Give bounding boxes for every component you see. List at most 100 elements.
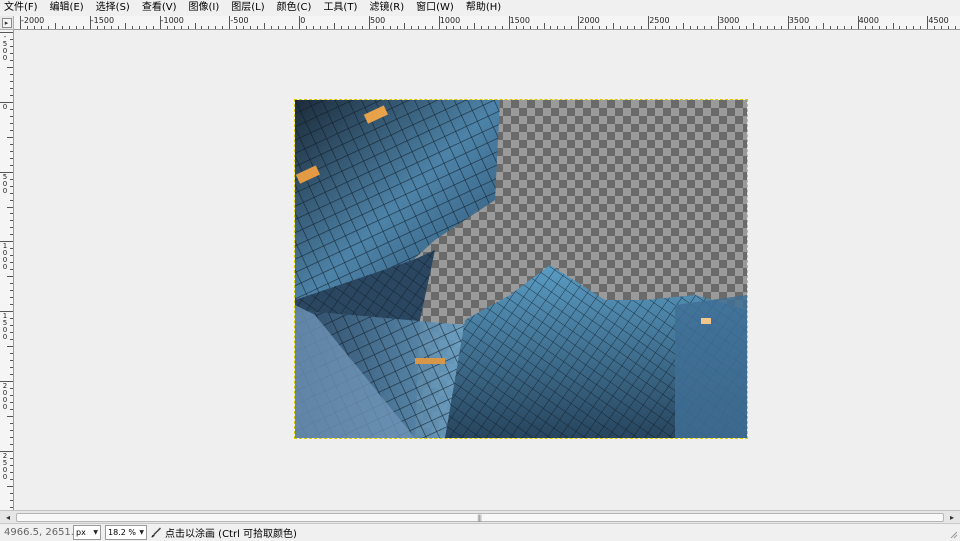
- ruler-minor-tick: [564, 26, 566, 29]
- ruler-minor-tick: [10, 52, 13, 54]
- ruler-minor-tick: [10, 360, 13, 362]
- zoom-dropdown[interactable]: 18.2 % ▼: [105, 525, 147, 540]
- menu-layer[interactable]: 图层(L): [231, 1, 264, 15]
- ruler-minor-tick: [522, 26, 524, 29]
- scroll-right-icon[interactable]: ▸: [946, 512, 958, 523]
- menu-filters[interactable]: 滤镜(R): [369, 1, 404, 15]
- ruler-minor-tick: [10, 387, 13, 389]
- image-canvas[interactable]: [14, 30, 960, 510]
- ruler-minor-tick: [690, 26, 692, 29]
- ruler-minor-tick: [634, 26, 636, 29]
- ruler-minor-tick: [10, 164, 13, 166]
- ruler-minor-tick: [124, 23, 126, 29]
- ruler-minor-tick: [494, 26, 496, 29]
- ruler-minor-tick: [550, 26, 552, 29]
- ruler-minor-tick: [955, 26, 957, 29]
- ruler-minor-tick: [871, 26, 873, 29]
- ruler-minor-tick: [10, 436, 13, 438]
- ruler-label-char: 0: [2, 102, 8, 111]
- image-layer[interactable]: [294, 99, 748, 439]
- ruler-minor-tick: [236, 26, 238, 29]
- ruler-corner: ▸: [0, 16, 14, 30]
- ruler-minor-tick: [431, 26, 433, 29]
- ruler-minor-tick: [10, 227, 13, 229]
- ruler-minor-tick: [683, 23, 685, 29]
- ruler-minor-tick: [75, 26, 77, 29]
- ruler-minor-tick: [948, 26, 950, 29]
- ruler-minor-tick: [899, 26, 901, 29]
- ruler-label: 4500: [928, 16, 949, 25]
- ruler-minor-tick: [10, 443, 13, 445]
- menu-image[interactable]: 图像(I): [189, 1, 220, 15]
- ruler-minor-tick: [934, 26, 936, 29]
- ruler-minor-tick: [487, 26, 489, 29]
- ruler-label-char: 0: [2, 333, 8, 342]
- ruler-minor-tick: [480, 26, 482, 29]
- ruler-minor-tick: [222, 26, 224, 29]
- ruler-label: 1000: [439, 16, 461, 25]
- ruler-minor-tick: [355, 26, 357, 29]
- nav-arrow-icon[interactable]: ▸: [1, 17, 12, 28]
- ruler-minor-tick: [7, 136, 13, 138]
- ruler-minor-tick: [10, 283, 13, 285]
- menu-select[interactable]: 选择(S): [96, 1, 130, 15]
- ruler-minor-tick: [327, 26, 329, 29]
- ruler-minor-tick: [10, 115, 13, 117]
- ruler-minor-tick: [215, 26, 217, 29]
- ruler-minor-tick: [10, 499, 13, 501]
- ruler-label: 1500: [509, 16, 530, 25]
- ruler-minor-tick: [33, 26, 35, 29]
- ruler-minor-tick: [10, 464, 13, 466]
- menu-bar: 文件(F) 编辑(E) 选择(S) 查看(V) 图像(I) 图层(L) 颜色(C…: [0, 0, 960, 16]
- ruler-major-tick: [0, 32, 13, 33]
- ruler-minor-tick: [10, 220, 13, 222]
- ruler-label: -2000: [21, 16, 45, 25]
- ruler-minor-tick: [320, 26, 322, 29]
- resize-grip-icon[interactable]: [948, 529, 958, 539]
- zoom-value: 18.2 %: [108, 528, 136, 537]
- ruler-minor-tick: [7, 346, 13, 348]
- menu-windows[interactable]: 窗口(W): [416, 1, 454, 15]
- unit-dropdown[interactable]: px ▼: [73, 525, 101, 540]
- ruler-minor-tick: [10, 185, 13, 187]
- ruler-minor-tick: [10, 394, 13, 396]
- ruler-minor-tick: [473, 23, 475, 29]
- ruler-label: 2500: [649, 16, 670, 25]
- ruler-minor-tick: [704, 26, 706, 29]
- menu-file[interactable]: 文件(F): [4, 1, 38, 15]
- menu-edit[interactable]: 编辑(E): [50, 1, 84, 15]
- horizontal-scrollbar[interactable]: ◂ ||| ▸: [0, 510, 960, 523]
- ruler-minor-tick: [10, 262, 13, 264]
- menu-view[interactable]: 查看(V): [142, 1, 177, 15]
- ruler-minor-tick: [724, 26, 726, 29]
- menu-help[interactable]: 帮助(H): [466, 1, 501, 15]
- ruler-minor-tick: [382, 26, 384, 29]
- scrollbar-thumb[interactable]: |||: [16, 513, 944, 522]
- ruler-minor-tick: [26, 26, 28, 29]
- status-bar: 4966.5, 2651.0 px ▼ 18.2 % ▼ 点击以涂画 (Ctrl…: [0, 523, 960, 541]
- ruler-minor-tick: [920, 26, 922, 29]
- ruler-minor-tick: [82, 26, 84, 29]
- menu-tools[interactable]: 工具(T): [323, 1, 357, 15]
- scroll-left-icon[interactable]: ◂: [2, 512, 14, 523]
- chevron-down-icon: ▼: [93, 529, 98, 536]
- vertical-ruler[interactable]: -50005001000150020002500: [0, 30, 14, 510]
- ruler-minor-tick: [571, 26, 573, 29]
- ruler-minor-tick: [173, 26, 175, 29]
- chevron-down-icon: ▼: [139, 529, 144, 536]
- ruler-minor-tick: [697, 26, 699, 29]
- ruler-minor-tick: [145, 26, 147, 29]
- ruler-minor-tick: [655, 26, 657, 29]
- ruler-label: 3500: [788, 16, 810, 25]
- ruler-minor-tick: [306, 26, 308, 29]
- ruler-minor-tick: [131, 26, 133, 29]
- pointer-coordinates: 4966.5, 2651.0: [4, 527, 81, 538]
- horizontal-ruler[interactable]: -2000 -1500 -1000 -500 0 500 1000 1500 2000 2500 3…: [14, 16, 960, 30]
- menu-colors[interactable]: 颜色(C): [277, 1, 312, 15]
- ruler-minor-tick: [10, 297, 13, 299]
- ruler-minor-tick: [96, 26, 98, 29]
- ruler-minor-tick: [250, 26, 252, 29]
- ruler-minor-tick: [152, 26, 154, 29]
- ruler-minor-tick: [766, 26, 768, 29]
- ruler-minor-tick: [7, 415, 13, 417]
